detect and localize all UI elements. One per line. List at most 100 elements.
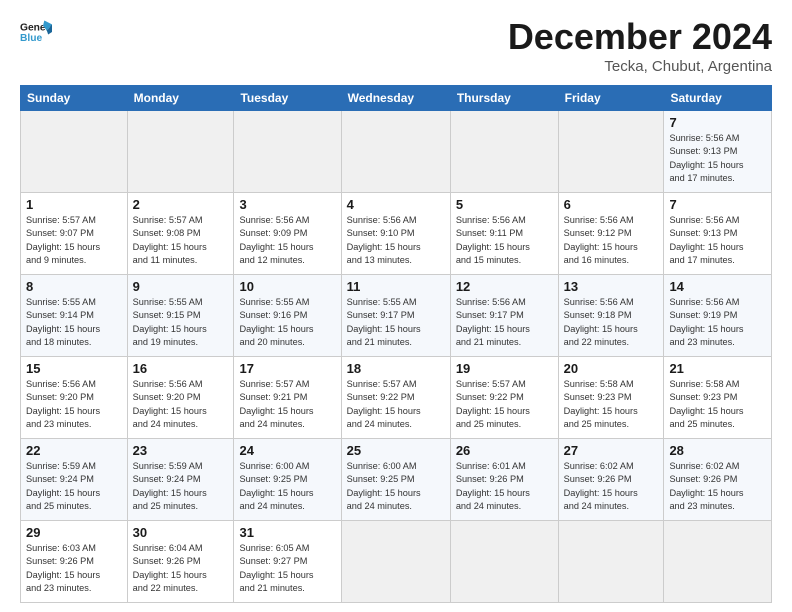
table-row: 11Sunrise: 5:55 AM Sunset: 9:17 PM Dayli… xyxy=(341,275,450,357)
day-number: 15 xyxy=(26,361,122,376)
day-number: 26 xyxy=(456,443,553,458)
day-info: Sunrise: 5:56 AM Sunset: 9:12 PM Dayligh… xyxy=(564,214,659,267)
col-tuesday: Tuesday xyxy=(234,86,341,111)
day-number: 12 xyxy=(456,279,553,294)
col-saturday: Saturday xyxy=(664,86,772,111)
calendar-week-0: 7 Sunrise: 5:56 AM Sunset: 9:13 PM Daylig… xyxy=(21,111,772,193)
day-number: 5 xyxy=(456,197,553,212)
day-number: 27 xyxy=(564,443,659,458)
col-wednesday: Wednesday xyxy=(341,86,450,111)
day-number: 10 xyxy=(239,279,335,294)
day-number: 17 xyxy=(239,361,335,376)
table-row: 31Sunrise: 6:05 AM Sunset: 9:27 PM Dayli… xyxy=(234,521,341,603)
col-monday: Monday xyxy=(127,86,234,111)
title-block: December 2024 Tecka, Chubut, Argentina xyxy=(508,16,772,75)
table-row xyxy=(341,521,450,603)
table-row: 6 Sunrise: 5:56 AM Sunset: 9:12 PM Daylig… xyxy=(558,193,664,275)
header-row: Sunday Monday Tuesday Wednesday Thursday… xyxy=(21,86,772,111)
table-row: 30Sunrise: 6:04 AM Sunset: 9:26 PM Dayli… xyxy=(127,521,234,603)
table-row xyxy=(664,521,772,603)
table-row xyxy=(341,111,450,193)
logo: General Blue xyxy=(20,16,52,48)
day-info: Sunrise: 5:55 AM Sunset: 9:16 PM Dayligh… xyxy=(239,296,335,349)
day-info: Sunrise: 5:57 AM Sunset: 9:08 PM Dayligh… xyxy=(133,214,229,267)
table-row: 9 Sunrise: 5:55 AM Sunset: 9:15 PM Daylig… xyxy=(127,275,234,357)
table-row: 1Sunrise: 5:57 AM Sunset: 9:07 PM Daylig… xyxy=(21,193,128,275)
calendar-week-4: 22 Sunrise: 5:59 AM Sunset: 9:24 PM Dayli… xyxy=(21,439,772,521)
table-row: 28Sunrise: 6:02 AM Sunset: 9:26 PM Dayli… xyxy=(664,439,772,521)
table-row: 18 Sunrise: 5:57 AM Sunset: 9:22 PM Dayli… xyxy=(341,357,450,439)
svg-text:Blue: Blue xyxy=(20,33,42,44)
day-number: 9 xyxy=(133,279,229,294)
day-info: Sunrise: 5:56 AM Sunset: 9:09 PM Dayligh… xyxy=(239,214,335,267)
day-info: Sunrise: 5:56 AM Sunset: 9:11 PM Dayligh… xyxy=(456,214,553,267)
table-row: 19 Sunrise: 5:57 AM Sunset: 9:22 PM Dayli… xyxy=(450,357,558,439)
table-row: 14 Sunrise: 5:56 AM Sunset: 9:19 PM Dayli… xyxy=(664,275,772,357)
table-row: 4Sunrise: 5:56 AM Sunset: 9:10 PM Daylig… xyxy=(341,193,450,275)
day-info: Sunrise: 6:00 AM Sunset: 9:25 PM Dayligh… xyxy=(347,460,445,513)
day-info: Sunrise: 5:58 AM Sunset: 9:23 PM Dayligh… xyxy=(564,378,659,431)
table-row xyxy=(558,521,664,603)
subtitle: Tecka, Chubut, Argentina xyxy=(508,58,772,75)
day-number: 16 xyxy=(133,361,229,376)
calendar-week-2: 8Sunrise: 5:55 AM Sunset: 9:14 PM Daylig… xyxy=(21,275,772,357)
day-number: 29 xyxy=(26,525,122,540)
day-number: 8 xyxy=(26,279,122,294)
table-row: 7 Sunrise: 5:56 AM Sunset: 9:13 PM Daylig… xyxy=(664,111,772,193)
day-info: Sunrise: 6:03 AM Sunset: 9:26 PM Dayligh… xyxy=(26,542,122,595)
table-row: 12 Sunrise: 5:56 AM Sunset: 9:17 PM Dayli… xyxy=(450,275,558,357)
table-row: 7Sunrise: 5:56 AM Sunset: 9:13 PM Daylig… xyxy=(664,193,772,275)
table-row: 22 Sunrise: 5:59 AM Sunset: 9:24 PM Dayli… xyxy=(21,439,128,521)
table-row: 10 Sunrise: 5:55 AM Sunset: 9:16 PM Dayli… xyxy=(234,275,341,357)
month-title: December 2024 xyxy=(508,16,772,58)
day-number: 6 xyxy=(564,197,659,212)
table-row: 16Sunrise: 5:56 AM Sunset: 9:20 PM Dayli… xyxy=(127,357,234,439)
page: General Blue December 2024 Tecka, Chubut… xyxy=(0,0,792,612)
day-info: Sunrise: 5:56 AM Sunset: 9:19 PM Dayligh… xyxy=(669,296,766,349)
day-info: Sunrise: 5:59 AM Sunset: 9:24 PM Dayligh… xyxy=(133,460,229,513)
day-info: Sunrise: 5:56 AM Sunset: 9:10 PM Dayligh… xyxy=(347,214,445,267)
col-sunday: Sunday xyxy=(21,86,128,111)
day-info: Sunrise: 5:59 AM Sunset: 9:24 PM Dayligh… xyxy=(26,460,122,513)
day-info: Sunrise: 6:01 AM Sunset: 9:26 PM Dayligh… xyxy=(456,460,553,513)
table-row xyxy=(558,111,664,193)
day-info: Sunrise: 5:56 AM Sunset: 9:13 PM Dayligh… xyxy=(669,214,766,267)
day-info: Sunrise: 5:56 AM Sunset: 9:17 PM Dayligh… xyxy=(456,296,553,349)
table-row xyxy=(234,111,341,193)
day-number: 20 xyxy=(564,361,659,376)
day-info: Sunrise: 5:57 AM Sunset: 9:22 PM Dayligh… xyxy=(456,378,553,431)
header: General Blue December 2024 Tecka, Chubut… xyxy=(20,16,772,75)
day-info: Sunrise: 6:05 AM Sunset: 9:27 PM Dayligh… xyxy=(239,542,335,595)
table-row: 24Sunrise: 6:00 AM Sunset: 9:25 PM Dayli… xyxy=(234,439,341,521)
day-info: Sunrise: 5:55 AM Sunset: 9:15 PM Dayligh… xyxy=(133,296,229,349)
day-number: 13 xyxy=(564,279,659,294)
table-row: 3Sunrise: 5:56 AM Sunset: 9:09 PM Daylig… xyxy=(234,193,341,275)
day-number: 30 xyxy=(133,525,229,540)
table-row xyxy=(127,111,234,193)
table-row: 5 Sunrise: 5:56 AM Sunset: 9:11 PM Daylig… xyxy=(450,193,558,275)
table-row: 27 Sunrise: 6:02 AM Sunset: 9:26 PM Dayli… xyxy=(558,439,664,521)
col-friday: Friday xyxy=(558,86,664,111)
day-number: 21 xyxy=(669,361,766,376)
day-number: 19 xyxy=(456,361,553,376)
day-number: 18 xyxy=(347,361,445,376)
day-number: 22 xyxy=(26,443,122,458)
day-info: Sunrise: 5:56 AM Sunset: 9:20 PM Dayligh… xyxy=(26,378,122,431)
day-info: Sunrise: 6:00 AM Sunset: 9:25 PM Dayligh… xyxy=(239,460,335,513)
table-row: 13 Sunrise: 5:56 AM Sunset: 9:18 PM Dayli… xyxy=(558,275,664,357)
day-number: 14 xyxy=(669,279,766,294)
calendar-week-5: 29 Sunrise: 6:03 AM Sunset: 9:26 PM Dayli… xyxy=(21,521,772,603)
table-row: 20 Sunrise: 5:58 AM Sunset: 9:23 PM Dayli… xyxy=(558,357,664,439)
day-info: Sunrise: 5:56 AM Sunset: 9:13 PM Dayligh… xyxy=(669,132,766,185)
table-row: 15 Sunrise: 5:56 AM Sunset: 9:20 PM Dayli… xyxy=(21,357,128,439)
day-number: 11 xyxy=(347,279,445,294)
col-thursday: Thursday xyxy=(450,86,558,111)
day-info: Sunrise: 5:56 AM Sunset: 9:18 PM Dayligh… xyxy=(564,296,659,349)
day-info: Sunrise: 6:02 AM Sunset: 9:26 PM Dayligh… xyxy=(564,460,659,513)
day-info: Sunrise: 5:57 AM Sunset: 9:21 PM Dayligh… xyxy=(239,378,335,431)
table-row: 17 Sunrise: 5:57 AM Sunset: 9:21 PM Dayli… xyxy=(234,357,341,439)
day-number: 23 xyxy=(133,443,229,458)
day-number: 7 xyxy=(669,115,766,130)
day-info: Sunrise: 5:57 AM Sunset: 9:22 PM Dayligh… xyxy=(347,378,445,431)
day-number: 2 xyxy=(133,197,229,212)
